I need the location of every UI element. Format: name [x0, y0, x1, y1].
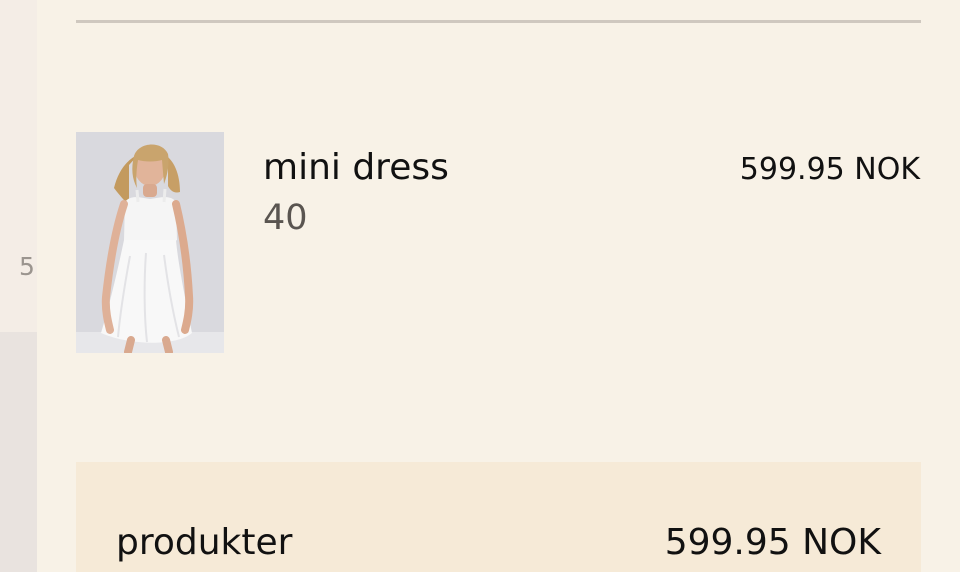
products-total: 599.95 NOK: [664, 522, 881, 563]
product-price: 599.95 NOK: [739, 152, 920, 187]
product-photo-icon: [76, 132, 224, 353]
product-size: 40: [263, 198, 308, 238]
order-summary: produkter 599.95 NOK: [76, 462, 921, 572]
side-panel-number: 5: [19, 252, 35, 281]
product-image[interactable]: [76, 132, 224, 353]
cart-page: 5 mini dress 40 599.95 NOK produkter 599…: [0, 0, 960, 572]
section-divider: [76, 20, 921, 23]
left-side-panel-lower: [0, 332, 37, 572]
products-label: produkter: [116, 522, 293, 563]
product-name[interactable]: mini dress: [263, 146, 449, 190]
